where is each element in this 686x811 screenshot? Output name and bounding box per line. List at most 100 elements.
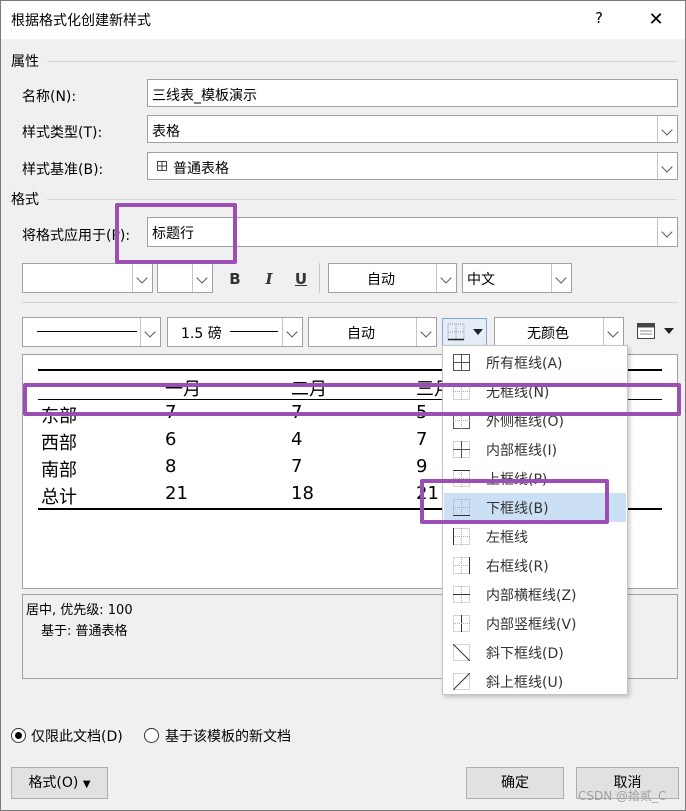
line-weight-select[interactable]: 1.5 磅 — [167, 317, 303, 347]
menu-item-diagonal-up-border[interactable]: 斜上框线(U) — [444, 667, 626, 696]
menu-item-label: 内部框线(I) — [486, 443, 558, 459]
table-icon — [157, 161, 167, 171]
format-divider — [47, 199, 677, 200]
menu-item-label: 左框线 — [486, 530, 528, 546]
diagonal-down-border-icon — [453, 644, 470, 661]
table-properties-button[interactable] — [633, 319, 677, 345]
preview-cell: 南部 — [41, 460, 77, 481]
caret-down-icon — [664, 328, 674, 334]
chevron-down-icon[interactable] — [657, 116, 677, 142]
line-weight-sample — [230, 331, 278, 332]
name-label: 名称(N): — [22, 89, 77, 105]
font-color-select[interactable]: 自动 — [328, 263, 457, 293]
menu-item-left-border[interactable]: 左框线 — [444, 522, 626, 551]
border-color-select[interactable]: 自动 — [308, 317, 437, 347]
chevron-down-icon[interactable] — [132, 264, 152, 292]
preview-cell: 18 — [291, 483, 314, 504]
inside-horizontal-border-icon — [453, 586, 470, 603]
font-family-select[interactable] — [22, 263, 153, 293]
chevron-down-icon[interactable] — [603, 318, 623, 346]
ok-button[interactable]: 确定 — [466, 767, 564, 799]
preview-cell: 8 — [165, 456, 177, 477]
close-button[interactable]: ✕ — [641, 6, 671, 34]
style-type-value: 表格 — [152, 124, 180, 140]
highlight-bottom-border — [420, 479, 609, 524]
border-color-value: 自动 — [347, 326, 375, 342]
caret-down-icon — [473, 329, 483, 335]
caret-down-icon: ▼ — [82, 779, 91, 790]
menu-item-label: 所有框线(A) — [486, 356, 563, 372]
format-button-label: 格式(O) — [28, 775, 79, 791]
menu-item-diagonal-down-border[interactable]: 斜下框线(D) — [444, 638, 626, 667]
inside-vertical-border-icon — [453, 615, 470, 632]
properties-section-title: 属性 — [11, 54, 39, 70]
menu-item-label: 内部横框线(Z) — [486, 588, 577, 604]
help-button[interactable]: ? — [589, 9, 609, 31]
shading-select[interactable]: 无颜色 — [494, 317, 624, 347]
chevron-down-icon[interactable] — [657, 218, 677, 246]
description-line: 基于: 普通表格 — [41, 624, 128, 639]
style-base-value: 普通表格 — [173, 161, 229, 177]
chevron-down-icon[interactable] — [282, 318, 302, 346]
only-this-document-radio[interactable] — [11, 728, 26, 743]
preview-cell: 21 — [165, 483, 188, 504]
chevron-down-icon[interactable] — [657, 153, 677, 179]
font-size-select[interactable] — [157, 263, 213, 293]
format-section-title: 格式 — [11, 192, 39, 208]
menu-item-label: 内部竖框线(V) — [486, 617, 577, 633]
menu-item-label: 斜上框线(U) — [486, 675, 564, 691]
script-value: 中文 — [467, 272, 495, 288]
right-border-icon — [453, 557, 470, 574]
name-input[interactable]: 三线表_模板演示 — [147, 79, 678, 107]
watermark: CSDN @拾贰_C — [578, 789, 667, 803]
chevron-down-icon[interactable] — [416, 318, 436, 346]
left-border-icon — [453, 528, 470, 545]
chevron-down-icon[interactable] — [436, 264, 456, 292]
highlight-header-row — [23, 383, 681, 416]
menu-item-inside-vertical-border[interactable]: 内部竖框线(V) — [444, 609, 626, 638]
highlight-apply-to — [115, 203, 237, 264]
dialog-title: 根据格式化创建新样式 — [11, 13, 151, 29]
preview-cell: 6 — [165, 429, 177, 450]
apply-to-label: 将格式应用于(P): — [22, 228, 131, 244]
style-type-label: 样式类型(T): — [22, 125, 103, 141]
line-weight-value: 1.5 磅 — [181, 326, 222, 342]
line-style-select[interactable] — [22, 317, 161, 347]
preview-cell: 总计 — [41, 487, 77, 508]
preview-cell: 9 — [416, 456, 428, 477]
italic-button[interactable]: I — [258, 266, 280, 292]
bottom-border-icon — [447, 323, 465, 341]
format-button[interactable]: 格式(O) ▼ — [11, 767, 108, 799]
shading-value: 无颜色 — [527, 326, 569, 342]
only-this-document-label[interactable]: 仅限此文档(D) — [31, 726, 123, 746]
line-style-sample — [37, 331, 137, 332]
menu-item-all-borders[interactable]: 所有框线(A) — [444, 348, 626, 377]
script-select[interactable]: 中文 — [462, 263, 572, 293]
menu-item-right-border[interactable]: 右框线(R) — [444, 551, 626, 580]
preview-cell: 7 — [291, 456, 303, 477]
bold-button[interactable]: B — [224, 266, 246, 292]
table-properties-icon — [637, 323, 655, 339]
style-base-select[interactable]: 普通表格 — [147, 152, 678, 180]
border-type-button[interactable] — [442, 318, 487, 346]
name-input-value: 三线表_模板演示 — [152, 88, 257, 104]
new-documents-radio[interactable] — [144, 728, 159, 743]
menu-item-inside-horizontal-border[interactable]: 内部横框线(Z) — [444, 580, 626, 609]
toolbar-divider — [22, 302, 678, 303]
preview-cell: 西部 — [41, 433, 77, 454]
chevron-down-icon[interactable] — [192, 264, 212, 292]
description-line: 居中, 优先级: 100 — [26, 603, 133, 618]
chevron-down-icon[interactable] — [551, 264, 571, 292]
title-bar: 根据格式化创建新样式 ? ✕ — [1, 1, 685, 39]
properties-divider — [47, 61, 677, 62]
menu-item-label: 右框线(R) — [486, 559, 549, 575]
preview-cell: 4 — [291, 429, 303, 450]
style-type-select[interactable]: 表格 — [147, 115, 678, 143]
new-documents-label[interactable]: 基于该模板的新文档 — [165, 726, 291, 746]
preview-cell: 7 — [416, 429, 428, 450]
new-style-dialog: 根据格式化创建新样式 ? ✕ 属性 名称(N): 三线表_模板演示 样式类型(T… — [0, 0, 686, 811]
menu-item-inside-borders[interactable]: 内部框线(I) — [444, 435, 626, 464]
style-base-label: 样式基准(B): — [22, 162, 104, 178]
underline-button[interactable]: U — [290, 266, 312, 292]
chevron-down-icon[interactable] — [140, 318, 160, 346]
